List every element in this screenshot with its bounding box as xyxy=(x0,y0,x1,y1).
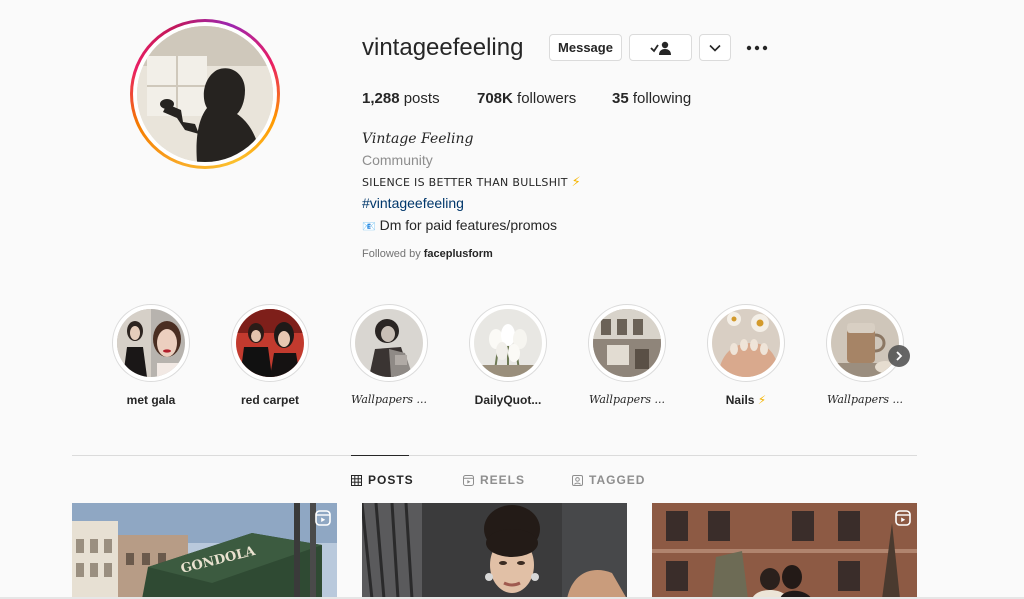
tab-reels[interactable]: REELS xyxy=(463,473,525,487)
lightning-icon: ⚡ xyxy=(757,393,767,407)
tab-tagged[interactable]: TAGGED xyxy=(572,473,645,487)
envelope-icon: 📧 xyxy=(362,221,376,233)
tabs-divider xyxy=(72,455,917,456)
followed-by[interactable]: Followed by faceplusform xyxy=(362,248,493,260)
more-options-button[interactable] xyxy=(744,38,770,58)
bio-display-name: Vintage Feeling xyxy=(362,131,474,147)
reel-badge xyxy=(895,510,911,531)
tab-posts[interactable]: POSTS xyxy=(351,473,414,487)
highlight-thumbnail xyxy=(474,309,542,377)
tab-label: TAGGED xyxy=(589,473,646,487)
post-tile[interactable] xyxy=(362,503,627,599)
lightning-icon: ⚡ xyxy=(571,175,582,190)
post-image: GONDOLA xyxy=(72,503,337,599)
highlight-met-gala[interactable]: met gala xyxy=(91,304,211,407)
bio-category: Community xyxy=(362,152,433,168)
reel-badge xyxy=(315,510,331,531)
highlight-label-text: Nails xyxy=(725,393,755,407)
suggested-accounts-button[interactable] xyxy=(699,34,731,61)
profile-username: vintageefeeling xyxy=(362,34,524,61)
highlight-wallpapers-2[interactable]: Wallpapers ... xyxy=(567,304,687,406)
reels-icon xyxy=(895,510,911,526)
followed-by-user[interactable]: faceplusform xyxy=(424,248,493,260)
followers-label: followers xyxy=(517,90,577,107)
posts-stat: 1,288 posts xyxy=(362,90,440,107)
following-check-person-icon xyxy=(649,41,671,55)
post-tile[interactable]: GONDOLA xyxy=(72,503,337,599)
following-count: 35 xyxy=(612,90,629,107)
following-label: following xyxy=(632,90,692,107)
post-image xyxy=(652,503,917,599)
followers-stat[interactable]: 708K followers xyxy=(477,90,576,107)
grid-icon xyxy=(351,474,362,486)
posts-label: posts xyxy=(403,90,440,107)
chevron-down-icon xyxy=(709,44,721,52)
more-dots-icon xyxy=(746,45,768,51)
tab-label: POSTS xyxy=(368,473,414,487)
avatar-image xyxy=(137,26,273,162)
bio-dm-text: Dm for paid features/promos xyxy=(379,217,557,233)
highlight-nails[interactable]: Nails ⚡ xyxy=(686,304,806,407)
highlight-ring xyxy=(707,304,785,382)
active-tab-indicator xyxy=(351,455,409,456)
highlight-label: Wallpapers ... xyxy=(351,393,427,406)
highlight-thumbnail xyxy=(236,309,304,377)
following-button[interactable] xyxy=(629,34,692,61)
highlight-daily-quotes[interactable]: DailyQuot... xyxy=(448,304,568,407)
profile-avatar-ring[interactable] xyxy=(130,19,280,169)
highlight-ring xyxy=(826,304,904,382)
highlight-ring xyxy=(350,304,428,382)
tab-label: REELS xyxy=(480,473,526,487)
highlight-thumbnail xyxy=(355,309,423,377)
highlight-thumbnail xyxy=(593,309,661,377)
following-stat[interactable]: 35 following xyxy=(612,90,691,107)
bio-dm-line: 📧 Dm for paid features/promos xyxy=(362,217,557,233)
highlight-thumbnail xyxy=(712,309,780,377)
highlight-thumbnail xyxy=(831,309,899,377)
highlight-ring xyxy=(231,304,309,382)
highlight-label: Nails ⚡ xyxy=(686,393,806,407)
bio-text-line: SILENCE IS BETTER THAN BULLSHIT ⚡ xyxy=(362,175,581,190)
highlight-label: met gala xyxy=(126,393,176,407)
bio-line-text: SILENCE IS BETTER THAN BULLSHIT xyxy=(362,176,568,189)
tagged-icon xyxy=(572,474,583,486)
post-tile[interactable] xyxy=(652,503,917,599)
highlight-ring xyxy=(588,304,666,382)
chevron-right-icon xyxy=(896,351,903,361)
highlight-label: red carpet xyxy=(240,393,300,407)
post-image xyxy=(362,503,627,599)
highlight-label: Wallpapers ... xyxy=(589,393,665,406)
bio-hashtag-link[interactable]: #vintageefeeling xyxy=(362,195,464,211)
highlight-thumbnail xyxy=(117,309,185,377)
highlight-wallpapers-1[interactable]: Wallpapers ... xyxy=(329,304,449,406)
followed-by-prefix: Followed by xyxy=(362,248,421,260)
highlight-ring xyxy=(112,304,190,382)
message-button[interactable]: Message xyxy=(549,34,622,61)
avatar[interactable] xyxy=(137,26,273,162)
reels-icon xyxy=(463,474,474,486)
highlight-label: DailyQuot... xyxy=(474,393,542,407)
followers-count: 708K xyxy=(477,90,513,107)
highlight-ring xyxy=(469,304,547,382)
reels-icon xyxy=(315,510,331,526)
highlight-label: Wallpapers ... xyxy=(827,393,903,406)
highlights-next-button[interactable] xyxy=(888,345,910,367)
posts-count: 1,288 xyxy=(362,90,400,107)
highlight-red-carpet[interactable]: red carpet xyxy=(210,304,330,407)
